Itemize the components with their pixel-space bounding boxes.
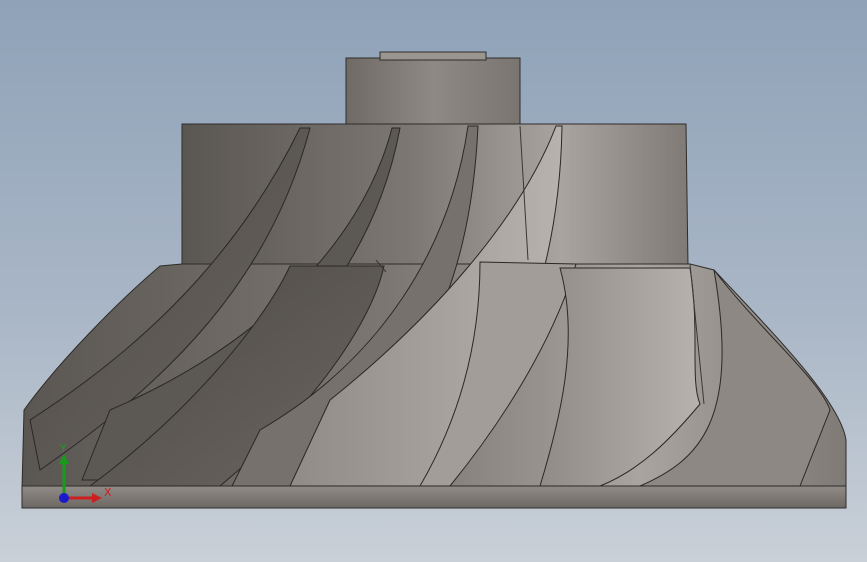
z-axis-dot — [59, 493, 69, 503]
hub-shaft[interactable] — [345, 51, 521, 125]
impeller-model[interactable] — [0, 0, 867, 562]
y-axis-label: Y — [59, 442, 67, 455]
impeller-base-plate[interactable] — [21, 485, 847, 509]
graphics-viewport[interactable]: Y X — [0, 0, 867, 562]
y-axis-arrowhead — [59, 454, 69, 464]
x-axis-label: X — [104, 486, 112, 499]
x-axis-arrowhead — [92, 493, 102, 503]
coordinate-triad: Y X — [59, 442, 112, 503]
